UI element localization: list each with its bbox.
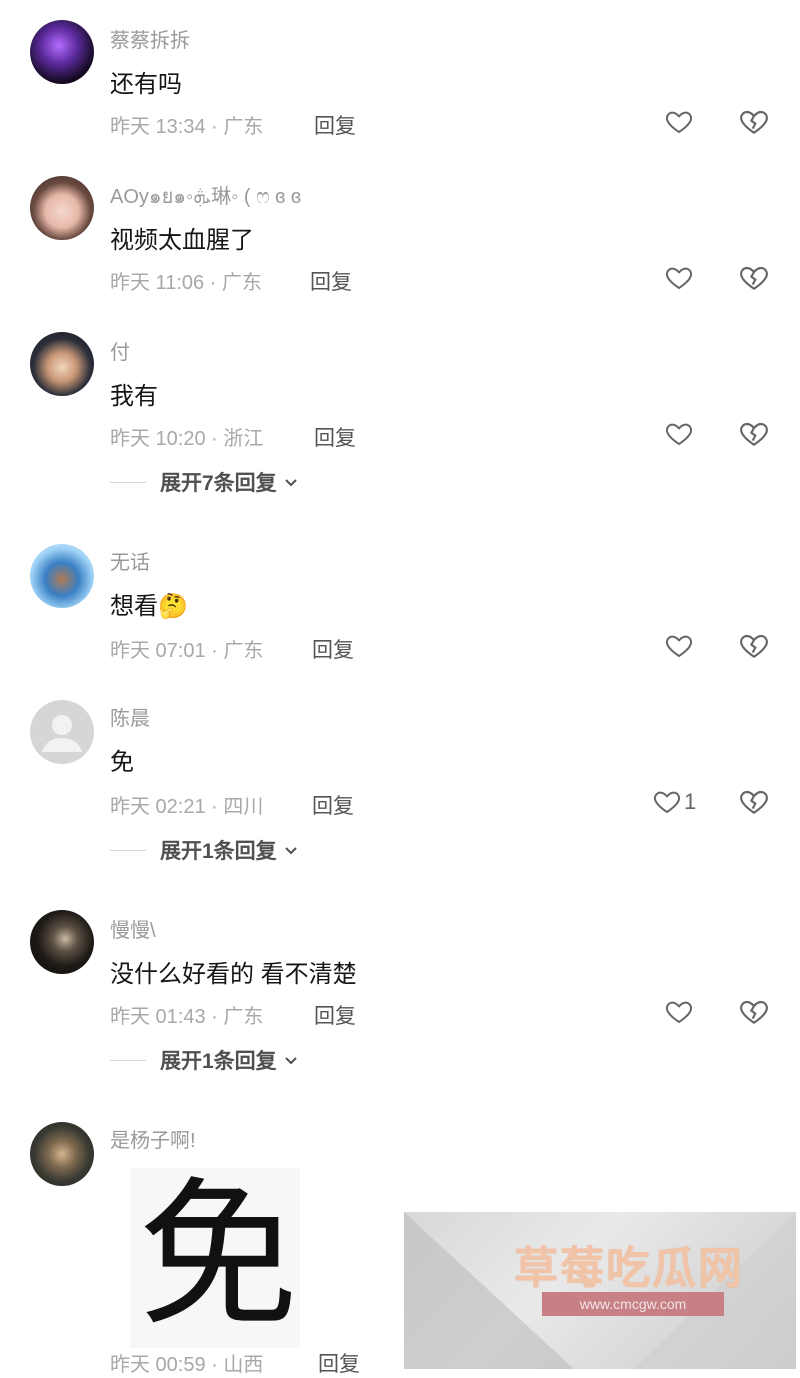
reply-button[interactable]: 回复 <box>312 634 354 664</box>
reply-button[interactable]: 回复 <box>314 110 356 140</box>
comment-text: 想看🤔 <box>110 586 188 621</box>
comment-text: 视频太血腥了 <box>110 227 254 254</box>
broken-heart-icon[interactable] <box>738 996 770 1028</box>
avatar[interactable] <box>30 700 94 764</box>
reply-button[interactable]: 回复 <box>318 1348 360 1378</box>
reply-button[interactable]: 回复 <box>314 1000 356 1030</box>
username[interactable]: 是杨子啊! <box>110 1124 196 1153</box>
comment-meta: 昨天 13:34 · 广东 <box>110 116 264 138</box>
sticker-image[interactable]: 免 <box>130 1162 300 1349</box>
username[interactable]: 陈晨 <box>110 702 150 731</box>
like-button[interactable] <box>664 996 696 1028</box>
avatar[interactable] <box>30 1122 94 1186</box>
expand-replies-button[interactable]: 展开1条回复 <box>110 836 299 864</box>
expand-replies-button[interactable]: 展开1条回复 <box>110 1046 299 1074</box>
thinking-emoji-icon: 🤔 <box>158 593 188 620</box>
like-button[interactable] <box>664 106 696 138</box>
comment-text-content: 想看 <box>110 593 158 620</box>
expand-replies-button[interactable]: 展开7条回复 <box>110 468 299 496</box>
comment-meta: 昨天 00:59 · 山西 <box>110 1354 264 1376</box>
broken-heart-icon[interactable] <box>738 262 770 294</box>
like-count: 1 <box>684 789 697 814</box>
sticker-text: 免 <box>138 1162 299 1349</box>
watermark-title: 草莓吃瓜网 <box>514 1244 744 1293</box>
heart-icon <box>665 635 693 658</box>
comment-meta: 昨天 01:43 · 广东 <box>110 1006 264 1028</box>
comment-text: 免 <box>110 749 134 776</box>
like-button[interactable] <box>664 418 696 450</box>
watermark-url: www.cmcgw.com <box>542 1292 724 1316</box>
comment-text: 没什么好看的 看不清楚 <box>110 961 357 988</box>
heart-icon <box>665 1001 693 1024</box>
avatar[interactable] <box>30 176 94 240</box>
broken-heart-icon[interactable] <box>738 106 770 138</box>
username[interactable]: 蔡蔡拆拆 <box>110 24 190 53</box>
comment-text: 我有 <box>110 383 158 410</box>
reply-button[interactable]: 回复 <box>312 790 354 820</box>
chevron-down-icon <box>284 1057 297 1065</box>
avatar[interactable] <box>30 332 94 396</box>
heart-icon <box>665 111 693 134</box>
username[interactable]: 无话 <box>110 546 150 575</box>
site-watermark: 草莓吃瓜网 www.cmcgw.com <box>404 1212 796 1369</box>
heart-icon <box>665 423 693 446</box>
default-avatar-icon <box>42 715 82 752</box>
avatar[interactable] <box>30 544 94 608</box>
divider <box>110 1059 146 1061</box>
expand-replies-label: 展开1条回复 <box>160 1050 277 1073</box>
username[interactable]: 慢慢\ <box>110 914 156 943</box>
heart-icon <box>665 267 693 290</box>
expand-replies-label: 展开7条回复 <box>160 472 277 495</box>
username[interactable]: 付 <box>110 336 130 365</box>
comment-meta: 昨天 10:20 · 浙江 <box>110 428 264 450</box>
reply-button[interactable]: 回复 <box>310 266 352 296</box>
broken-heart-icon[interactable] <box>738 418 770 450</box>
broken-heart-icon[interactable] <box>738 630 770 662</box>
expand-replies-label: 展开1条回复 <box>160 840 277 863</box>
divider <box>110 481 146 483</box>
like-button[interactable] <box>664 630 696 662</box>
comment-meta: 昨天 07:01 · 广东 <box>110 640 264 662</box>
comment-text: 还有吗 <box>110 71 182 98</box>
heart-icon <box>653 791 681 814</box>
username[interactable]: AOy๑ย๑◦ܞ琳◦ ( ෆ ɞ ɞ <box>110 180 301 212</box>
chevron-down-icon <box>284 479 297 487</box>
broken-heart-icon[interactable] <box>738 786 770 818</box>
chevron-down-icon <box>284 847 297 855</box>
reply-button[interactable]: 回复 <box>314 422 356 452</box>
comment-meta: 昨天 11:06 · 广东 <box>110 272 262 294</box>
avatar[interactable] <box>30 20 94 84</box>
avatar[interactable] <box>30 910 94 974</box>
divider <box>110 849 146 851</box>
like-button[interactable]: 1 <box>652 786 696 818</box>
like-button[interactable] <box>664 262 696 294</box>
comment-meta: 昨天 02:21 · 四川 <box>110 796 264 818</box>
